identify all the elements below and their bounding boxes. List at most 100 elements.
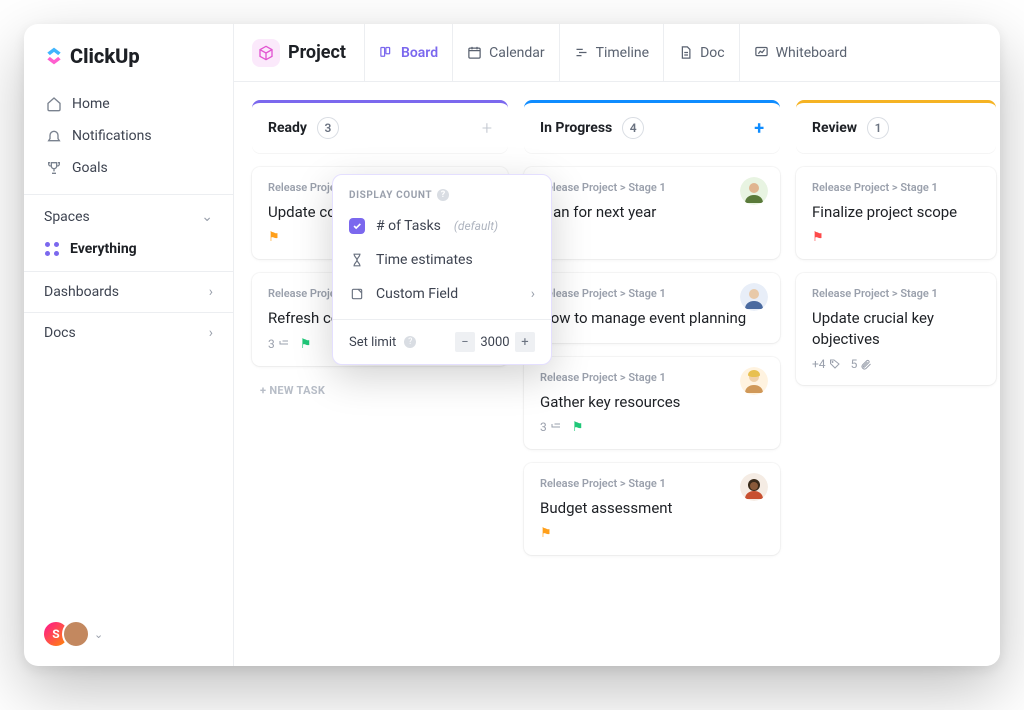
nav-goals-label: Goals bbox=[72, 160, 108, 176]
divider bbox=[333, 319, 551, 320]
assignee-avatar[interactable] bbox=[740, 283, 768, 311]
card-title: Plan for next year bbox=[540, 202, 764, 222]
everything-label: Everything bbox=[70, 241, 137, 257]
spaces-section-header[interactable]: Spaces ⌄ bbox=[24, 194, 233, 235]
nav-goals[interactable]: Goals bbox=[34, 152, 223, 184]
display-count-popover: DISPLAY COUNT ? # of Tasks (default) Tim… bbox=[332, 174, 552, 365]
column-title: In Progress bbox=[540, 120, 612, 136]
brand-logo: ClickUp bbox=[24, 24, 233, 84]
flag-icon: ⚑ bbox=[300, 337, 312, 352]
new-task-button[interactable]: + NEW TASK bbox=[252, 380, 508, 401]
view-doc-label: Doc bbox=[700, 45, 725, 61]
project-label: Project bbox=[288, 42, 346, 63]
card-breadcrumb: Release Project > Stage 1 bbox=[540, 371, 764, 384]
add-task-icon[interactable]: + bbox=[754, 118, 764, 139]
view-board-label: Board bbox=[401, 45, 438, 61]
increment-button[interactable]: + bbox=[515, 332, 535, 352]
card-breadcrumb: Release Project > Stage 1 bbox=[540, 181, 764, 194]
column-count-badge[interactable]: 3 bbox=[317, 117, 339, 139]
flag-icon: ⚑ bbox=[572, 420, 584, 435]
subtask-count: 3 bbox=[540, 420, 562, 434]
view-tab-timeline[interactable]: Timeline bbox=[560, 24, 664, 81]
view-tab-board[interactable]: Board bbox=[365, 24, 453, 81]
chevron-right-icon: › bbox=[531, 286, 535, 302]
subtask-count: 3 bbox=[268, 337, 290, 351]
sidebar-item-everything[interactable]: Everything bbox=[24, 235, 233, 271]
app-window: ClickUp Home Notifications Goals Spaces … bbox=[24, 24, 1000, 666]
view-calendar-label: Calendar bbox=[489, 45, 545, 61]
column-header-in-progress[interactable]: In Progress 4 + bbox=[524, 100, 780, 153]
card-breadcrumb: Release Project > Stage 1 bbox=[812, 287, 980, 300]
decrement-button[interactable]: − bbox=[455, 332, 475, 352]
attachment-count: 5 bbox=[851, 357, 873, 371]
card-title: Gather key resources bbox=[540, 392, 764, 412]
flag-icon: ⚑ bbox=[540, 526, 552, 541]
dashboards-label: Dashboards bbox=[44, 284, 119, 300]
timeline-icon bbox=[574, 45, 589, 60]
sidebar-item-dashboards[interactable]: Dashboards › bbox=[24, 271, 233, 312]
view-tab-calendar[interactable]: Calendar bbox=[453, 24, 560, 81]
chevron-down-icon: ⌄ bbox=[201, 209, 213, 225]
everything-icon bbox=[44, 241, 60, 257]
task-card[interactable]: Release Project > Stage 1 Plan for next … bbox=[524, 167, 780, 259]
view-timeline-label: Timeline bbox=[596, 45, 649, 61]
add-task-icon[interactable]: + bbox=[482, 118, 492, 139]
docs-label: Docs bbox=[44, 325, 76, 341]
whiteboard-icon bbox=[754, 45, 769, 60]
tag-count: +4 bbox=[812, 357, 841, 371]
view-tab-whiteboard[interactable]: Whiteboard bbox=[740, 24, 862, 81]
set-limit-row: Set limit ? − 3000 + bbox=[333, 328, 551, 352]
doc-icon bbox=[678, 45, 693, 60]
task-card[interactable]: Release Project > Stage 1 How to manage … bbox=[524, 273, 780, 342]
limit-stepper: − 3000 + bbox=[455, 332, 535, 352]
help-icon[interactable]: ? bbox=[437, 189, 449, 201]
help-icon[interactable]: ? bbox=[404, 336, 416, 348]
card-title: Budget assessment bbox=[540, 498, 764, 518]
option-time-estimates[interactable]: Time estimates bbox=[333, 243, 551, 277]
assignee-avatar[interactable] bbox=[740, 367, 768, 395]
chevron-right-icon: › bbox=[209, 325, 213, 341]
column-in-progress: In Progress 4 + Release Project > Stage … bbox=[524, 100, 780, 648]
project-title[interactable]: Project bbox=[252, 24, 365, 81]
nav-notifications-label: Notifications bbox=[72, 128, 152, 144]
board-icon bbox=[379, 45, 394, 60]
flag-icon: ⚑ bbox=[268, 230, 280, 245]
trophy-icon bbox=[46, 160, 62, 176]
view-whiteboard-label: Whiteboard bbox=[776, 45, 848, 61]
option-custom-field[interactable]: Custom Field › bbox=[333, 277, 551, 311]
user-avatars[interactable]: S ⌄ bbox=[42, 620, 103, 648]
column-review: Review 1 Release Project > Stage 1 Final… bbox=[796, 100, 996, 648]
flag-icon: ⚑ bbox=[812, 230, 824, 245]
card-breadcrumb: Release Project > Stage 1 bbox=[540, 287, 764, 300]
column-title: Ready bbox=[268, 120, 307, 136]
clickup-logo-icon bbox=[44, 46, 64, 66]
assignee-avatar[interactable] bbox=[740, 473, 768, 501]
column-header-ready[interactable]: Ready 3 + bbox=[252, 100, 508, 153]
column-count-badge[interactable]: 4 bbox=[622, 117, 644, 139]
avatar-user-2[interactable] bbox=[62, 620, 90, 648]
chevron-right-icon: › bbox=[209, 284, 213, 300]
checkbox-checked-icon bbox=[349, 218, 365, 234]
option-num-tasks[interactable]: # of Tasks (default) bbox=[333, 209, 551, 243]
task-card[interactable]: Release Project > Stage 1 Budget assessm… bbox=[524, 463, 780, 555]
limit-value[interactable]: 3000 bbox=[475, 335, 515, 350]
column-header-review[interactable]: Review 1 bbox=[796, 100, 996, 153]
spaces-label: Spaces bbox=[44, 209, 90, 225]
sidebar: ClickUp Home Notifications Goals Spaces … bbox=[24, 24, 234, 666]
topbar: Project Board Calendar Timeline Doc Whit… bbox=[234, 24, 1000, 82]
task-card[interactable]: Release Project > Stage 1 Update crucial… bbox=[796, 273, 996, 385]
nav-home[interactable]: Home bbox=[34, 88, 223, 120]
card-title: How to manage event planning bbox=[540, 308, 764, 328]
home-icon bbox=[46, 96, 62, 112]
view-tab-doc[interactable]: Doc bbox=[664, 24, 740, 81]
bell-icon bbox=[46, 128, 62, 144]
primary-nav: Home Notifications Goals bbox=[24, 84, 233, 188]
nav-notifications[interactable]: Notifications bbox=[34, 120, 223, 152]
nav-home-label: Home bbox=[72, 96, 110, 112]
calendar-icon bbox=[467, 45, 482, 60]
task-card[interactable]: Release Project > Stage 1 Finalize proje… bbox=[796, 167, 996, 259]
assignee-avatar[interactable] bbox=[740, 177, 768, 205]
column-count-badge[interactable]: 1 bbox=[867, 117, 889, 139]
task-card[interactable]: Release Project > Stage 1 Gather key res… bbox=[524, 357, 780, 449]
sidebar-item-docs[interactable]: Docs › bbox=[24, 312, 233, 353]
